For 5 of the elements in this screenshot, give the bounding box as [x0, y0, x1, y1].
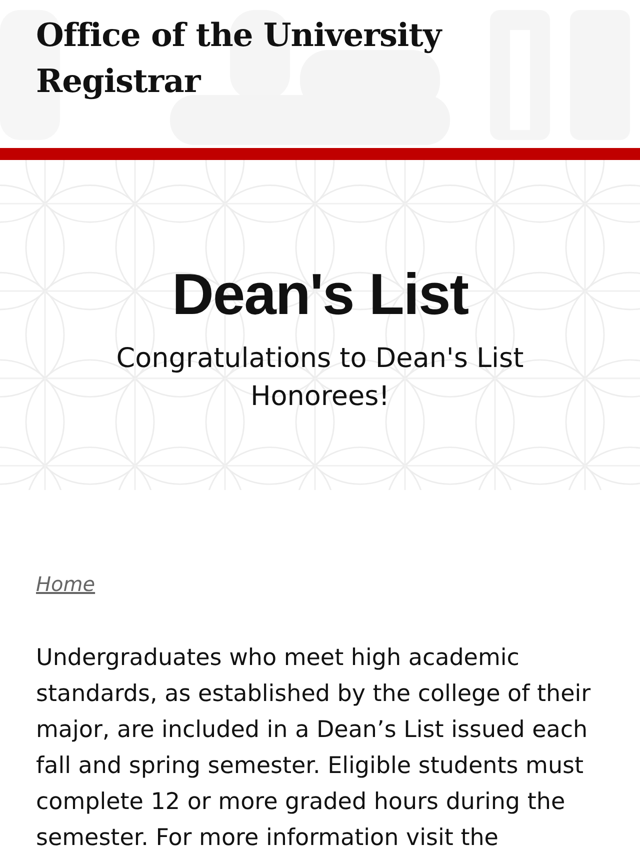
page-subheading: Congratulations to Dean's List Honorees! [115, 342, 525, 414]
body-paragraph: Undergraduates who meet high academic standards, as established by the college of their major, are included in a Dean’s List issued each fall and spring semester. Eligible students must complete 12 or more graded hours during the semester. For more information visit the [36, 644, 592, 853]
site-title[interactable]: Office of the University Registrar [0, 0, 572, 104]
breadcrumb-link[interactable]: Home [36, 572, 96, 596]
page-heading: Dean's List [172, 261, 468, 329]
